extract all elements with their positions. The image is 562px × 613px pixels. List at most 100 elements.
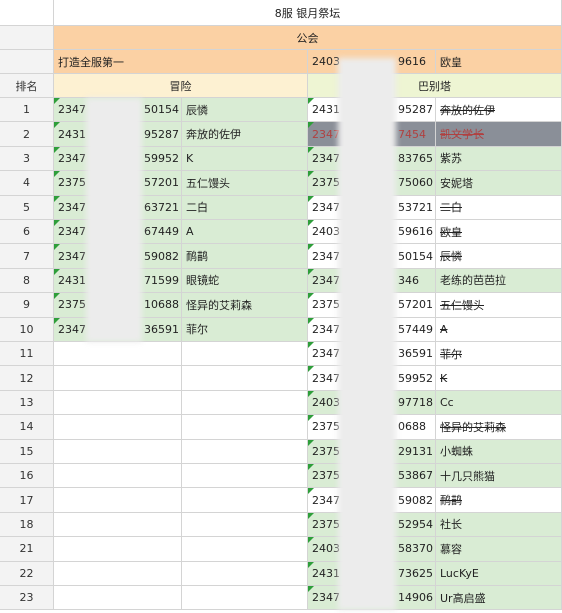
guild-header[interactable]: 公会 — [54, 26, 562, 50]
right-name-cell[interactable]: 十几只熊猫 — [436, 464, 562, 489]
left-name-cell[interactable] — [182, 512, 308, 538]
right-id-end: 53721 — [398, 200, 433, 214]
right-name-cell[interactable]: 怪异的艾莉森 — [436, 415, 562, 440]
right-id-start: 2347 — [312, 371, 340, 385]
left-id-start: 2431 — [58, 273, 86, 287]
rank-cell[interactable]: 3 — [0, 146, 54, 172]
rank-cell[interactable]: 9 — [0, 293, 54, 318]
rank-cell[interactable]: 17 — [0, 488, 54, 513]
left-id-cell[interactable] — [54, 512, 182, 538]
table-row: 9 2375 10688 怪异的艾莉森 2375 57201 五仁馒头 — [0, 293, 562, 318]
left-id-cell[interactable] — [54, 415, 182, 440]
right-id-end: 57201 — [398, 298, 433, 312]
team-left-header[interactable]: 冒险 — [54, 74, 308, 98]
right-id-end: 36591 — [398, 347, 433, 361]
right-name-cell[interactable]: A — [436, 317, 562, 342]
rank-cell[interactable]: 1 — [0, 98, 54, 123]
guild-left-name[interactable]: 打造全服第一 — [54, 50, 308, 74]
rank-cell[interactable]: 5 — [0, 195, 54, 220]
right-name-cell[interactable]: 辰憐 — [436, 244, 562, 269]
right-id-end: 95287 — [398, 103, 433, 117]
guild-right-name[interactable]: 欧皇 — [436, 50, 562, 74]
left-name-cell[interactable]: 怪异的艾莉森 — [182, 293, 308, 318]
rank-cell[interactable]: 4 — [0, 171, 54, 196]
right-name-cell[interactable]: 奔放的佐伊 — [436, 98, 562, 123]
row-header-blank[interactable] — [0, 0, 54, 26]
right-name-cell[interactable]: 欧皇 — [436, 220, 562, 245]
left-name-cell[interactable] — [182, 488, 308, 513]
right-name-cell[interactable]: Cc — [436, 390, 562, 416]
right-name-cell[interactable]: 菲尔 — [436, 342, 562, 367]
left-id-end: 57201 — [144, 176, 179, 190]
left-id-end: 95287 — [144, 127, 179, 141]
right-name-cell[interactable]: 二白 — [436, 195, 562, 220]
right-id-start: 2375 — [312, 176, 340, 190]
left-id-cell[interactable] — [54, 586, 182, 611]
rank-cell[interactable]: 6 — [0, 220, 54, 245]
rank-cell[interactable]: 21 — [0, 537, 54, 562]
right-name-cell[interactable]: K — [436, 366, 562, 391]
right-name-cell[interactable]: Ur高启盛 — [436, 586, 562, 611]
left-id-cell[interactable] — [54, 488, 182, 513]
rank-cell[interactable]: 13 — [0, 390, 54, 416]
right-name-cell[interactable]: 小蜘蛛 — [436, 439, 562, 464]
rank-cell[interactable]: 7 — [0, 244, 54, 269]
rank-cell[interactable]: 11 — [0, 342, 54, 367]
left-name-cell[interactable] — [182, 366, 308, 391]
right-name-cell[interactable]: 安妮塔 — [436, 171, 562, 196]
right-name-cell[interactable]: 五仁馒头 — [436, 293, 562, 318]
right-name-cell[interactable]: 凯文学长 — [436, 122, 562, 147]
rank-cell[interactable]: 14 — [0, 415, 54, 440]
left-id-cell[interactable] — [54, 366, 182, 391]
rank-cell[interactable]: 2 — [0, 122, 54, 147]
left-name-cell[interactable]: K — [182, 146, 308, 172]
rank-cell[interactable]: 16 — [0, 464, 54, 489]
left-id-cell[interactable] — [54, 342, 182, 367]
row-header-blank[interactable] — [0, 50, 54, 74]
rank-cell[interactable]: 10 — [0, 317, 54, 342]
spreadsheet: 8服 银月祭坛 公会 打造全服第一 2403 9616 欧皇 排名 冒险 巴别塔… — [0, 0, 562, 613]
right-id-start: 2347 — [312, 249, 340, 263]
right-name-cell[interactable]: LucKyE — [436, 561, 562, 586]
sheet-title[interactable]: 8服 银月祭坛 — [54, 0, 562, 26]
left-name-cell[interactable]: 奔放的佐伊 — [182, 122, 308, 147]
right-name-cell[interactable]: 社长 — [436, 512, 562, 538]
left-name-cell[interactable] — [182, 464, 308, 489]
rank-cell[interactable]: 8 — [0, 268, 54, 294]
left-name-cell[interactable]: A — [182, 220, 308, 245]
left-name-cell[interactable]: 辰憐 — [182, 98, 308, 123]
left-name-cell[interactable] — [182, 586, 308, 611]
right-name-cell[interactable]: 紫苏 — [436, 146, 562, 172]
right-id-start: 2347 — [312, 273, 340, 287]
right-name-cell[interactable]: 鸸鹋 — [436, 488, 562, 513]
right-name-cell[interactable]: 老练的芭芭拉 — [436, 268, 562, 294]
left-id-cell[interactable] — [54, 390, 182, 416]
left-name-cell[interactable] — [182, 537, 308, 562]
left-name-cell[interactable]: 二白 — [182, 195, 308, 220]
left-name-cell[interactable] — [182, 342, 308, 367]
left-name-cell[interactable]: 五仁馒头 — [182, 171, 308, 196]
right-id-start: 2403 — [312, 542, 340, 556]
row-header-blank[interactable] — [0, 26, 54, 50]
rank-cell[interactable]: 15 — [0, 439, 54, 464]
left-name-cell[interactable]: 菲尔 — [182, 317, 308, 342]
rank-cell[interactable]: 23 — [0, 586, 54, 611]
left-id-cell[interactable] — [54, 537, 182, 562]
rank-cell[interactable]: 12 — [0, 366, 54, 391]
left-name-cell[interactable] — [182, 561, 308, 586]
left-id-cell[interactable] — [54, 561, 182, 586]
left-name-cell[interactable]: 鸸鹋 — [182, 244, 308, 269]
right-id-start: 2347 — [312, 127, 340, 141]
rank-cell[interactable]: 22 — [0, 561, 54, 586]
left-name-cell[interactable]: 眼镜蛇 — [182, 268, 308, 294]
rank-cell[interactable]: 18 — [0, 512, 54, 538]
left-name-cell[interactable] — [182, 439, 308, 464]
table-row: 4 2375 57201 五仁馒头 2375 75060 安妮塔 — [0, 171, 562, 196]
left-id-cell[interactable] — [54, 464, 182, 489]
left-name-cell[interactable] — [182, 390, 308, 416]
left-id-cell[interactable] — [54, 439, 182, 464]
rank-column-header[interactable]: 排名 — [0, 74, 54, 98]
left-name-cell[interactable] — [182, 415, 308, 440]
right-name-cell[interactable]: 慕容 — [436, 537, 562, 562]
table-row: 11 2347 36591 菲尔 — [0, 342, 562, 367]
